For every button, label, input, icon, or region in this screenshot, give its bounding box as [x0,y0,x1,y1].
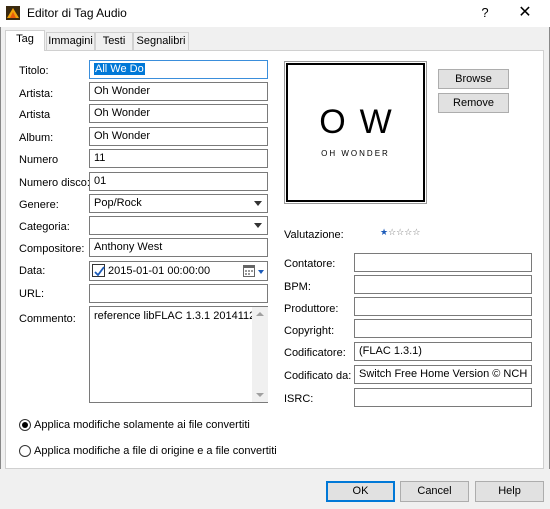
comment-scrollbar[interactable] [252,307,268,402]
comment-textarea[interactable]: reference libFLAC 1.3.1 20141125 [89,306,268,403]
date-label: Data: [19,265,46,277]
radio-only-converted[interactable] [19,419,31,431]
url-field[interactable] [89,284,268,303]
rating-label: Valutazione: [284,229,344,241]
copyright-field[interactable] [354,319,532,338]
scroll-down-icon[interactable] [256,393,264,397]
tab-images[interactable]: Immagini [46,32,95,50]
artist-label: Artista: [19,88,54,100]
producer-field[interactable] [354,297,532,316]
producer-label: Produttore: [284,303,339,315]
chevron-down-icon [254,223,262,228]
album-art-logo: OW [319,103,406,141]
radio-source-and-converted[interactable] [19,445,31,457]
album-artist-field[interactable]: Oh Wonder [89,104,268,123]
radio-dot-icon [22,422,28,428]
calendar-icon[interactable] [243,265,255,277]
track-number-label: Numero [19,154,59,166]
bpm-label: BPM: [284,281,311,293]
title-label: Titolo: [19,65,49,77]
title-bar: Editor di Tag Audio ? ✕ [0,0,550,27]
scroll-up-icon[interactable] [256,312,264,316]
ok-button[interactable]: OK [326,481,395,502]
category-select[interactable] [89,216,268,235]
star-icon[interactable]: ★ [380,227,388,237]
genre-label: Genere: [19,199,59,211]
date-value: 2015-01-01 00:00:00 [108,265,211,277]
play-count-label: Contatore: [284,258,336,270]
disc-number-field[interactable]: 01 [89,172,268,191]
album-art-image: OW OH WONDER [286,63,425,202]
encoded-by-field[interactable]: Switch Free Home Version © NCH Soft [354,365,532,384]
browse-button[interactable]: Browse [438,69,509,89]
comment-value: reference libFLAC 1.3.1 20141125 [94,310,262,322]
encoded-by-label: Codificato da: [284,370,352,382]
chevron-down-icon[interactable] [258,270,264,274]
isrc-label: ISRC: [284,393,314,405]
composer-field[interactable]: Anthony West [89,238,268,257]
disc-number-label: Numero disco: [19,177,90,189]
remove-button[interactable]: Remove [438,93,509,113]
close-button[interactable]: ✕ [510,2,540,24]
comment-label: Commento: [19,313,76,325]
title-field[interactable]: All We Do [89,60,268,79]
window-title: Editor di Tag Audio [27,6,127,20]
album-field[interactable]: Oh Wonder [89,127,268,146]
help-question-button[interactable]: ? [470,2,500,24]
artist-field[interactable]: Oh Wonder [89,82,268,101]
date-picker[interactable]: 2015-01-01 00:00:00 [89,261,268,281]
chevron-down-icon [254,201,262,206]
album-artist-label: Artista [19,109,51,121]
date-checkbox[interactable] [92,264,105,277]
encoder-field[interactable]: (FLAC 1.3.1) [354,342,532,361]
play-count-field[interactable] [354,253,532,272]
bpm-field[interactable] [354,275,532,294]
rating-stars[interactable]: ★☆☆☆☆ [380,226,420,238]
isrc-field[interactable] [354,388,532,407]
track-number-field[interactable]: 11 [89,149,268,168]
help-button[interactable]: Help [475,481,544,502]
url-label: URL: [19,288,45,300]
copyright-label: Copyright: [284,325,335,337]
genre-value: Pop/Rock [94,197,142,209]
app-icon [6,6,20,20]
cancel-button[interactable]: Cancel [400,481,469,502]
tab-tag[interactable]: Tag [5,30,45,51]
title-value: All We Do [94,63,145,75]
composer-label: Compositore: [19,243,85,255]
encoder-label: Codificatore: [284,347,346,359]
genre-select[interactable]: Pop/Rock [89,194,268,213]
tab-lyrics[interactable]: Testi [95,32,133,50]
album-art-frame: OW OH WONDER [284,61,427,204]
radio-source-and-converted-label[interactable]: Applica modifiche a file di origine e a … [34,444,277,458]
check-icon [94,266,105,277]
radio-only-converted-label[interactable]: Applica modifiche solamente ai file conv… [34,418,250,432]
star-icon[interactable]: ☆ [388,227,396,237]
category-label: Categoria: [19,221,70,233]
star-icon[interactable]: ☆ [412,227,420,237]
tab-bookmarks[interactable]: Segnalibri [133,32,189,50]
album-label: Album: [19,132,54,144]
album-art-caption: OH WONDER [321,149,390,158]
